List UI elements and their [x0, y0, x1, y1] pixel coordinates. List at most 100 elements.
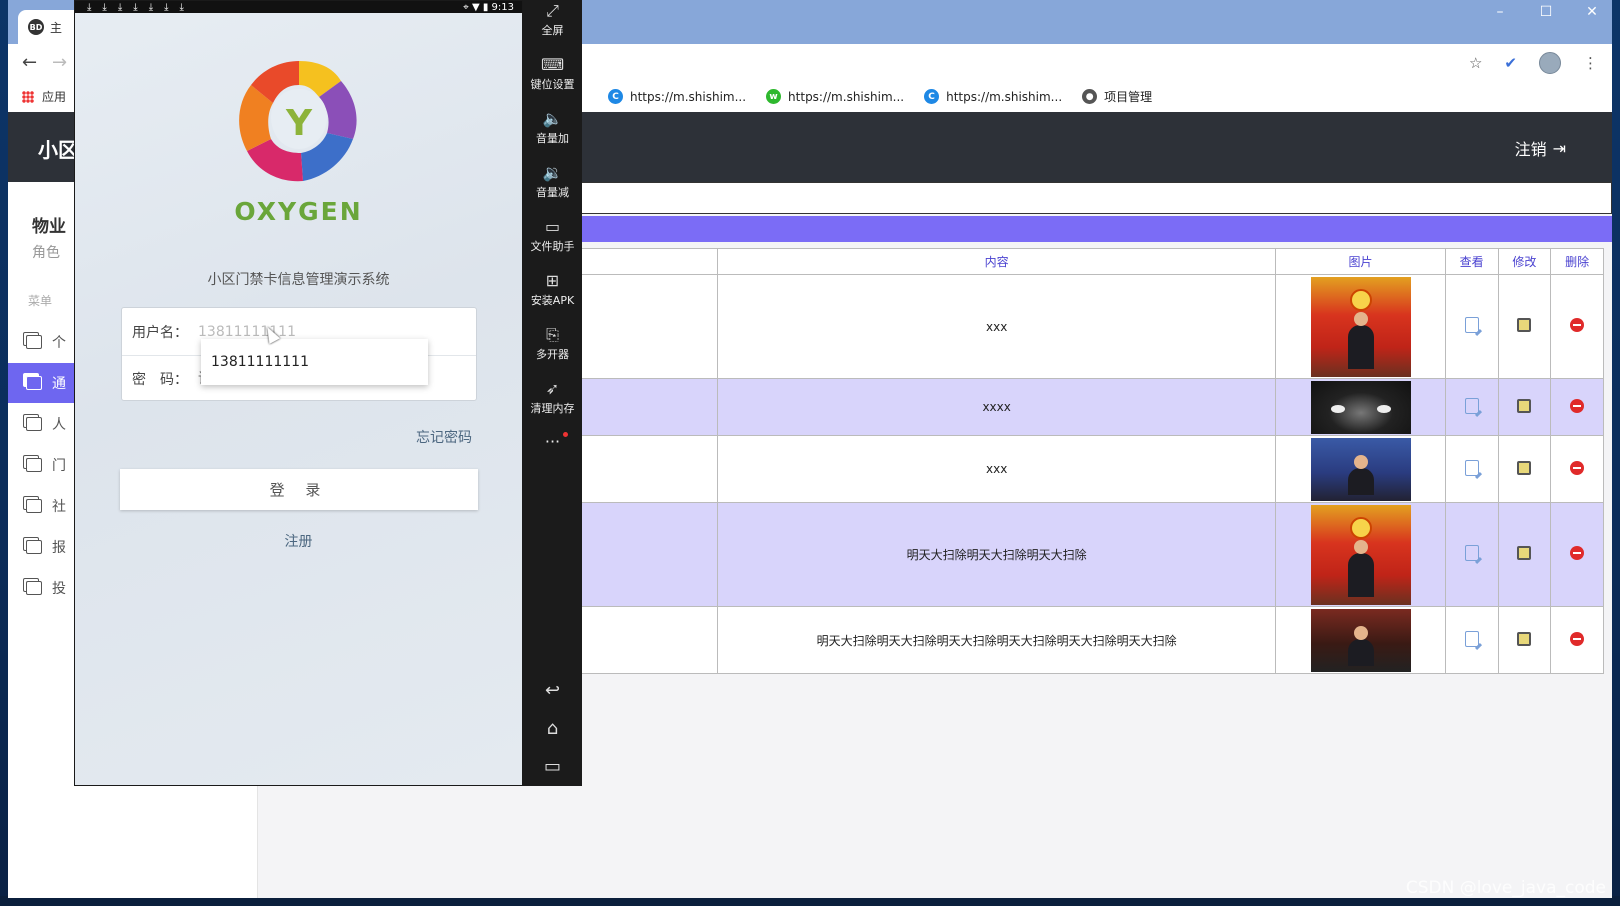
- address-bar-actions: ☆ ✔ ⋮: [1469, 52, 1598, 74]
- more-tools-button[interactable]: ···: [523, 432, 582, 451]
- emulator-tool-icon: ⤢: [546, 1, 559, 20]
- cell-content: xxx: [717, 435, 1277, 503]
- view-icon[interactable]: [1464, 459, 1479, 476]
- android-recents-icon[interactable]: ▭: [523, 756, 582, 777]
- delete-icon[interactable]: [1570, 631, 1585, 646]
- apps-shortcut[interactable]: 应用: [22, 88, 66, 105]
- extension-icon[interactable]: ✔: [1504, 54, 1517, 72]
- cell-delete: [1550, 274, 1604, 379]
- star-bookmark-icon[interactable]: ☆: [1469, 54, 1482, 72]
- delete-icon[interactable]: [1570, 460, 1585, 475]
- emulator-tool-icon: 🔉: [542, 163, 563, 182]
- menu-item-label: 通: [52, 376, 66, 392]
- android-statusbar: ⤓ ⤓ ⤓ ⤓ ⤓ ⤓ ⤓ ⌖ ▼ ▮ 9:13: [75, 1, 522, 13]
- cell-delete: [1550, 606, 1604, 674]
- apps-label: 应用: [42, 90, 67, 104]
- tab-title: 主: [50, 20, 63, 35]
- cell-view: [1444, 606, 1499, 674]
- emulator-tool[interactable]: 🔈 音量加: [523, 110, 582, 146]
- emulator-tool[interactable]: ⤢ 全屏: [523, 2, 582, 38]
- notice-thumbnail[interactable]: [1310, 276, 1411, 377]
- app-logo-text: OXYGEN: [234, 197, 363, 226]
- logout-label: 注销: [1514, 140, 1547, 159]
- bookmark-item[interactable]: ● 项目管理: [1082, 88, 1152, 105]
- clock: 9:13: [491, 1, 514, 13]
- minimize-icon[interactable]: –: [1492, 4, 1508, 20]
- view-icon[interactable]: [1464, 545, 1479, 561]
- emulator-tool-icon: ⎘: [546, 325, 559, 344]
- notice-thumbnail[interactable]: [1310, 380, 1411, 434]
- cell-view: [1444, 502, 1499, 607]
- more-menu-icon[interactable]: ⋮: [1583, 54, 1598, 72]
- delete-icon[interactable]: [1570, 318, 1585, 332]
- emulator-tool[interactable]: ⌨ 键位设置: [523, 56, 582, 92]
- forgot-password-link[interactable]: 忘记密码: [416, 427, 472, 447]
- bookmark-list: Chttps://m.shishim... w https://m.shishim.…: [608, 88, 1152, 105]
- emulator-tool-icon: ⊞: [545, 271, 560, 290]
- bookmark-item[interactable]: Chttps://m.shishim...: [608, 88, 746, 105]
- view-icon[interactable]: [1464, 630, 1479, 647]
- view-icon[interactable]: [1464, 317, 1479, 333]
- col-header-edit: 修改: [1497, 248, 1552, 275]
- bookmark-item[interactable]: Chttps://m.shishim...: [924, 88, 1062, 105]
- menu-item-icon: [26, 376, 42, 390]
- notice-thumbnail[interactable]: [1310, 504, 1411, 605]
- edit-icon[interactable]: [1517, 318, 1532, 332]
- login-button[interactable]: 登 录: [120, 469, 478, 510]
- menu-item-label: 门: [52, 458, 66, 474]
- emulator-tool[interactable]: ⎘ 多开器: [523, 326, 582, 362]
- user-name: 物业: [32, 217, 66, 237]
- view-icon[interactable]: [1464, 397, 1479, 414]
- col-header-content: 内容: [717, 248, 1277, 275]
- menu-item-label: 人: [52, 417, 66, 433]
- emulator-tool[interactable]: ➶ 清理内存: [523, 380, 582, 416]
- notice-thumbnail[interactable]: [1310, 437, 1411, 501]
- status-icons: ⌖ ▼ ▮: [463, 1, 492, 13]
- close-icon[interactable]: ✕: [1584, 4, 1600, 20]
- bookmark-item[interactable]: w https://m.shishim...: [766, 88, 904, 105]
- emulator-tool-label: 音量减: [536, 186, 569, 199]
- emulator-tool-label: 键位设置: [530, 78, 575, 91]
- logout-button[interactable]: 注销 ⇥: [1515, 136, 1566, 160]
- back-arrow-icon[interactable]: ←: [22, 52, 37, 73]
- edit-icon[interactable]: [1517, 546, 1532, 560]
- delete-icon[interactable]: [1570, 398, 1585, 413]
- emulator-tool-icon: ▭: [544, 217, 561, 236]
- emulator-tool-label: 全屏: [541, 24, 564, 37]
- bookmark-label: 项目管理: [1104, 90, 1153, 104]
- cell-image: [1275, 502, 1446, 607]
- autocomplete-suggestion[interactable]: 13811111111: [201, 339, 428, 385]
- notice-thumbnail[interactable]: [1310, 608, 1411, 672]
- cell-delete: [1550, 502, 1604, 607]
- bookmark-favicon-icon: w: [766, 89, 782, 104]
- cell-image: [1275, 274, 1446, 379]
- forward-arrow-icon[interactable]: →: [52, 52, 67, 73]
- emulator-tool[interactable]: ▭ 文件助手: [523, 218, 582, 254]
- username-input[interactable]: [198, 323, 398, 340]
- emulator-screen: ⤓ ⤓ ⤓ ⤓ ⤓ ⤓ ⤓ ⌖ ▼ ▮ 9:13 Y OXYGEN 小区门禁卡信息管理演示系…: [74, 0, 523, 786]
- emulator-tool-icon: 🔈: [542, 109, 563, 128]
- menu-item-label: 投: [52, 581, 66, 597]
- android-back-icon[interactable]: ↩: [523, 680, 582, 701]
- maximize-icon[interactable]: ☐: [1538, 4, 1554, 20]
- menu-item-icon: [26, 417, 42, 431]
- delete-icon[interactable]: [1570, 546, 1585, 560]
- edit-icon[interactable]: [1517, 631, 1532, 646]
- cell-content: 明天大扫除明天大扫除明天大扫除: [717, 502, 1277, 607]
- bookmark-label: https://m.shishim...: [788, 89, 905, 104]
- edit-icon[interactable]: [1517, 460, 1532, 475]
- android-home-icon[interactable]: ⌂: [523, 718, 582, 739]
- cell-edit: [1497, 435, 1552, 503]
- register-link[interactable]: 注册: [75, 531, 522, 551]
- bookmark-favicon-icon: C: [924, 89, 940, 104]
- status-right: ⌖ ▼ ▮ 9:13: [463, 2, 514, 13]
- menu-label: 菜单: [28, 294, 53, 308]
- download-notification-icons: ⤓ ⤓ ⤓ ⤓ ⤓ ⤓ ⤓: [87, 1, 184, 13]
- profile-avatar-icon[interactable]: [1539, 52, 1561, 74]
- edit-icon[interactable]: [1517, 398, 1532, 413]
- oxygen-logo-icon: Y: [239, 61, 357, 182]
- cell-edit: [1497, 378, 1552, 436]
- emulator-tool[interactable]: 🔉 音量减: [523, 164, 582, 200]
- emulator-tool[interactable]: ⊞ 安装APK: [523, 272, 582, 308]
- cell-edit: [1497, 606, 1552, 674]
